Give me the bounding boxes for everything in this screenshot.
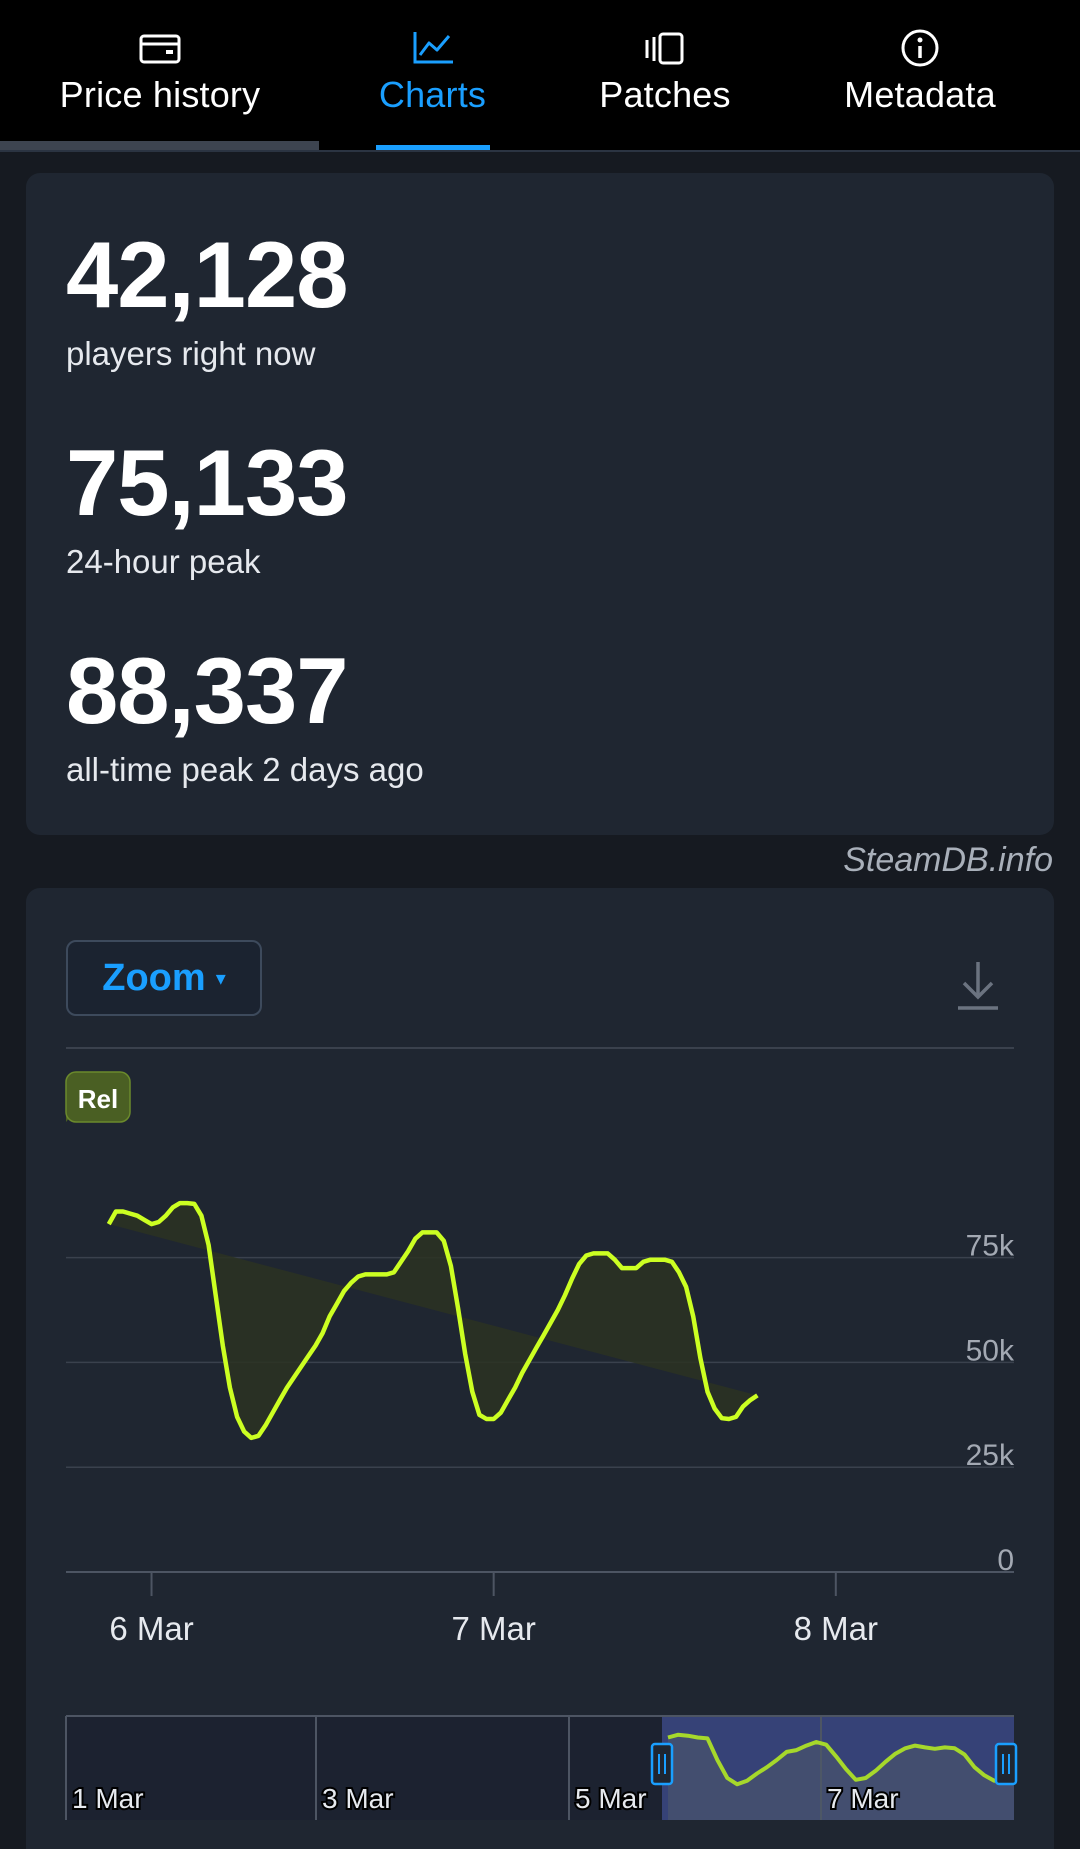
- handle-body: [650, 1742, 674, 1786]
- tab-price-history[interactable]: Price history: [0, 0, 320, 150]
- navigator-handle-left[interactable]: [650, 1742, 674, 1786]
- steamdb-attribution[interactable]: SteamDB.info: [843, 841, 1053, 880]
- tab-charts[interactable]: Charts: [320, 0, 545, 150]
- current-players-value: 42,128: [66, 222, 349, 327]
- navigator-handle-right[interactable]: [994, 1742, 1018, 1786]
- tab-label: Charts: [378, 74, 487, 115]
- wallet-icon: [139, 34, 181, 64]
- tab-label: Patches: [599, 74, 731, 115]
- navigator-tick-label: 3 Mar: [322, 1783, 394, 1814]
- all-time-peak-label: all-time peak 2 days ago: [66, 751, 424, 788]
- peak-24h-value: 75,133: [66, 430, 349, 535]
- info-icon: [901, 29, 939, 67]
- peak-24h-label: 24-hour peak: [66, 543, 261, 580]
- current-players-label: players right now: [66, 335, 316, 372]
- player-chart-card: 0 25k 50k 75k 6 Mar 7 Mar 8 Mar Rel Zoom ▾ 1 Ma…: [26, 888, 1054, 1849]
- range-navigator[interactable]: 1 Mar 3 Mar 5 Mar 7 Mar: [26, 888, 1054, 1849]
- tab-bar: Price history Charts Patches Metadata: [0, 0, 1080, 152]
- tab-scroll-indicator: [0, 141, 319, 150]
- tab-metadata[interactable]: Metadata: [785, 0, 1055, 150]
- handle-body: [994, 1742, 1018, 1786]
- navigator-tick-label: 7 Mar: [827, 1783, 899, 1814]
- active-tab-indicator: [376, 145, 490, 150]
- tab-patches[interactable]: Patches: [545, 0, 785, 150]
- tab-label: Metadata: [844, 74, 996, 115]
- patches-icon: [645, 32, 684, 65]
- all-time-peak-value: 88,337: [66, 638, 349, 743]
- navigator-tick-label: 1 Mar: [72, 1783, 144, 1814]
- player-stats-card: 42,128 players right now 75,133 24-hour …: [26, 173, 1054, 835]
- line-chart-icon: [413, 32, 453, 64]
- tab-label: Price history: [59, 74, 261, 115]
- navigator-tick-label: 5 Mar: [575, 1783, 647, 1814]
